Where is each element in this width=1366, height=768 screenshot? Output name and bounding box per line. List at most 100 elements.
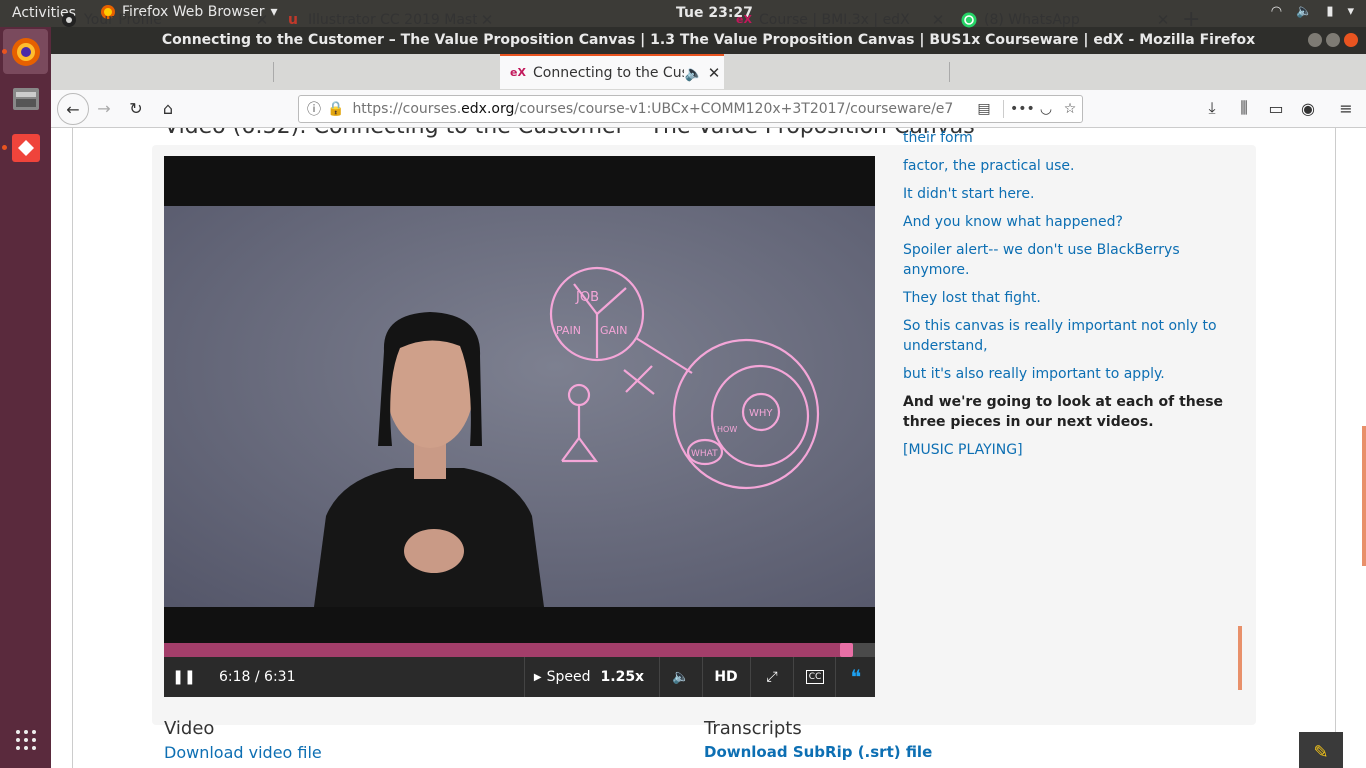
transcript-line[interactable]: but it's also really important to apply. bbox=[903, 364, 1243, 384]
speaker-icon[interactable]: 🔈 bbox=[684, 64, 704, 82]
transcript-panel[interactable]: their form factor, the practical use. It… bbox=[903, 130, 1243, 468]
arrow-right-icon: → bbox=[97, 98, 111, 118]
close-icon[interactable]: ✕ bbox=[928, 11, 948, 29]
tab-connecting-to-the-customer[interactable]: eX Connecting to the Cus 🔈 ✕ bbox=[500, 54, 724, 89]
tab-your-profile[interactable]: Your Profile ✕ bbox=[51, 3, 272, 36]
video-frame[interactable]: JOB PAIN GAIN WHY HOW WHAT bbox=[164, 206, 875, 607]
minimize-button[interactable] bbox=[1308, 33, 1322, 47]
home-button[interactable]: ⌂ bbox=[155, 96, 181, 120]
captions-button[interactable]: CC bbox=[795, 657, 835, 697]
transcript-line[interactable]: And you know what happened? bbox=[903, 212, 1243, 232]
transcripts-heading: Transcripts bbox=[704, 718, 802, 739]
fullscreen-button[interactable]: ⤢ bbox=[752, 657, 792, 697]
window-controls bbox=[1308, 33, 1358, 47]
close-icon[interactable]: ✕ bbox=[252, 11, 272, 29]
page-scrollbar[interactable] bbox=[1362, 426, 1366, 566]
hd-button[interactable]: HD bbox=[704, 657, 748, 697]
anydesk-icon bbox=[11, 133, 40, 162]
transcript-line[interactable]: Spoiler alert-- we don't use BlackBerrys… bbox=[903, 240, 1243, 280]
url-prefix: https://courses. bbox=[352, 101, 462, 117]
video-time: 6:18 / 6:31 bbox=[219, 669, 296, 685]
extension-button[interactable]: ◉ bbox=[1295, 96, 1321, 120]
edit-button[interactable]: ✎ bbox=[1299, 732, 1343, 768]
battery-icon[interactable]: ▮ bbox=[1326, 4, 1333, 19]
running-indicator bbox=[2, 49, 7, 54]
edx-icon: eX bbox=[736, 13, 752, 26]
progress-handle[interactable] bbox=[839, 643, 853, 657]
maximize-button[interactable] bbox=[1326, 33, 1340, 47]
transcript-line[interactable]: So this canvas is really important not o… bbox=[903, 316, 1243, 356]
system-tray[interactable]: ◠ 🔈 ▮ ▾ bbox=[1271, 4, 1354, 19]
url-bar[interactable]: ⓘ 🔒 https://courses.edx.org/courses/cour… bbox=[298, 95, 1083, 123]
tab-course-bmi[interactable]: eX Course | BMI.3x | edX ✕ bbox=[726, 3, 948, 36]
sidebar-button[interactable]: ▭ bbox=[1263, 96, 1289, 120]
transcript-current-line[interactable]: And we're going to look at each of these… bbox=[903, 392, 1243, 432]
video-progress-bar[interactable] bbox=[164, 643, 875, 657]
navigation-toolbar: ← → ↻ ⌂ ⓘ 🔒 https://courses.edx.org/cour… bbox=[51, 90, 1366, 128]
fullscreen-icon: ⤢ bbox=[766, 669, 778, 685]
close-icon[interactable]: ✕ bbox=[704, 64, 724, 82]
home-icon: ⌂ bbox=[162, 98, 174, 118]
info-icon[interactable]: ⓘ bbox=[307, 99, 321, 119]
show-applications-button[interactable] bbox=[3, 717, 48, 762]
video-download-heading: Video bbox=[164, 718, 215, 739]
app-grid-icon bbox=[15, 729, 36, 750]
close-icon[interactable]: ✕ bbox=[477, 11, 497, 29]
pause-button[interactable]: ❚❚ bbox=[164, 657, 204, 697]
video-download-section: Video Download video file bbox=[164, 718, 322, 762]
new-tab-button[interactable]: + bbox=[1178, 3, 1208, 36]
forward-button[interactable]: → bbox=[91, 96, 117, 120]
pause-icon: ❚❚ bbox=[172, 669, 196, 685]
dock-files[interactable] bbox=[3, 76, 48, 121]
close-icon[interactable]: ✕ bbox=[1153, 11, 1173, 29]
tab-illustrator[interactable]: u Illustrator CC 2019 Mast ✕ bbox=[275, 3, 497, 36]
page-heading: Video (6:32): Connecting to the Customer… bbox=[164, 128, 975, 139]
reader-view-icon[interactable]: ▤ bbox=[971, 101, 997, 117]
drawing-how-label: HOW bbox=[717, 425, 737, 434]
tab-whatsapp[interactable]: (8) WhatsApp ✕ bbox=[951, 3, 1173, 36]
pocket-icon[interactable]: ◡ bbox=[1034, 101, 1058, 117]
download-icon: ⤓ bbox=[1208, 98, 1216, 117]
volume-icon[interactable]: 🔈 bbox=[1296, 4, 1312, 19]
page-content: Video (6:32): Connecting to the Customer… bbox=[51, 128, 1366, 768]
chevron-down-icon[interactable]: ▾ bbox=[1347, 4, 1354, 19]
reload-icon: ↻ bbox=[129, 98, 143, 118]
tab-label: Connecting to the Cus bbox=[533, 64, 684, 81]
speed-label: Speed bbox=[546, 669, 591, 685]
files-icon bbox=[12, 87, 39, 110]
transcript-line[interactable]: factor, the practical use. bbox=[903, 156, 1243, 176]
progress-fill bbox=[164, 643, 847, 657]
menu-button[interactable]: ≡ bbox=[1333, 96, 1359, 120]
transcript-line[interactable]: [MUSIC PLAYING] bbox=[903, 440, 1243, 460]
dock-anydesk[interactable] bbox=[3, 125, 48, 170]
drawing-gain-label: GAIN bbox=[600, 324, 628, 337]
library-icon: ⫼ bbox=[1240, 98, 1248, 117]
back-button[interactable]: ← bbox=[57, 93, 89, 125]
pencil-icon: ✎ bbox=[1313, 741, 1329, 763]
transcript-line[interactable]: It didn't start here. bbox=[903, 184, 1243, 204]
bookmark-star-icon[interactable]: ☆ bbox=[1058, 101, 1082, 117]
transcript-scrollbar[interactable] bbox=[1238, 626, 1242, 690]
transcript-line[interactable]: their form bbox=[903, 128, 1243, 148]
download-srt-link[interactable]: Download SubRip (.srt) file bbox=[704, 743, 932, 761]
github-icon bbox=[61, 12, 77, 28]
drawing-job-label: JOB bbox=[575, 290, 599, 305]
video-player[interactable]: JOB PAIN GAIN WHY HOW WHAT ❚❚ 6:18 / 6:3… bbox=[164, 156, 875, 697]
wifi-icon[interactable]: ◠ bbox=[1271, 4, 1282, 19]
arrow-left-icon: ← bbox=[66, 99, 80, 119]
more-actions-icon[interactable]: ••• bbox=[1010, 101, 1035, 117]
launcher-dock bbox=[0, 27, 51, 768]
dock-firefox[interactable] bbox=[3, 29, 48, 74]
transcript-toggle-button[interactable]: ❝ bbox=[837, 657, 875, 697]
reload-button[interactable]: ↻ bbox=[123, 96, 149, 120]
quote-icon: ❝ bbox=[850, 665, 862, 689]
speed-button[interactable]: ▶ Speed 1.25x bbox=[534, 657, 644, 697]
volume-button[interactable]: 🔈 bbox=[661, 657, 701, 697]
transcript-line[interactable]: They lost that fight. bbox=[903, 288, 1243, 308]
url-text[interactable]: https://courses.edx.org/courses/course-v… bbox=[352, 101, 971, 117]
library-button[interactable]: ⫼ bbox=[1231, 96, 1257, 120]
close-window-button[interactable] bbox=[1344, 33, 1358, 47]
downloads-button[interactable]: ⤓ bbox=[1199, 96, 1225, 120]
download-video-link[interactable]: Download video file bbox=[164, 743, 322, 762]
volume-icon: 🔈 bbox=[672, 669, 690, 685]
